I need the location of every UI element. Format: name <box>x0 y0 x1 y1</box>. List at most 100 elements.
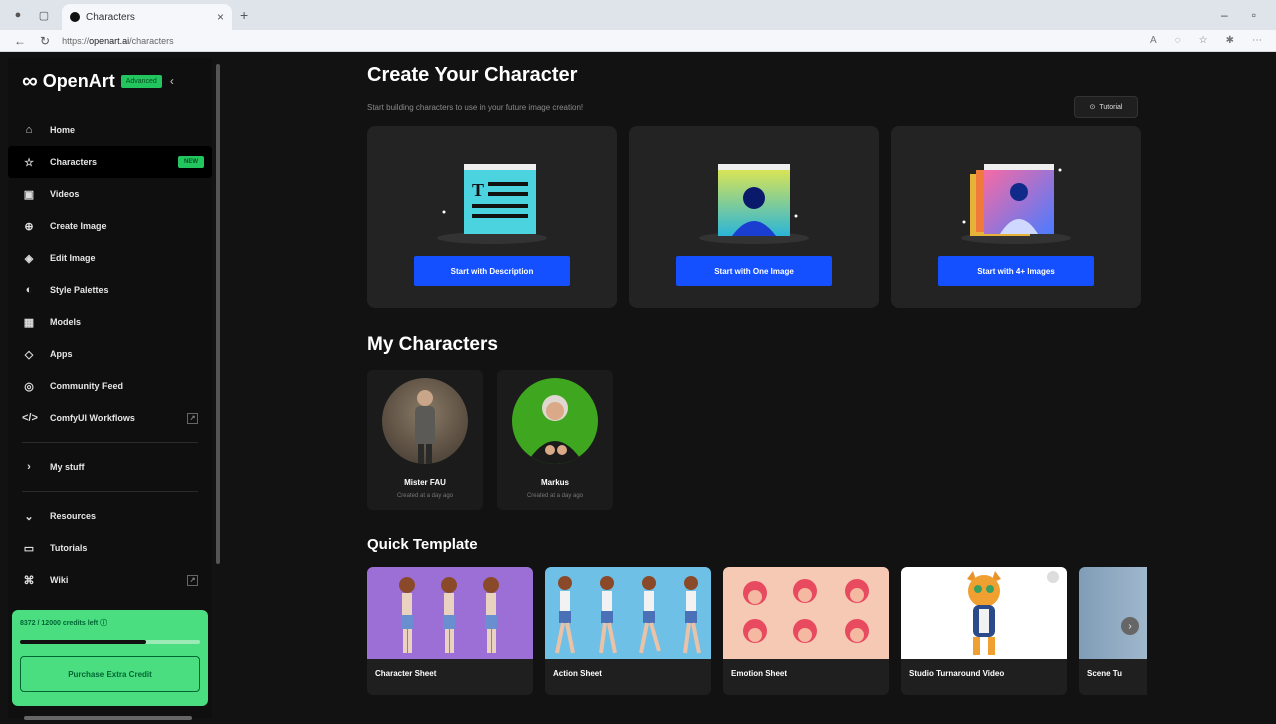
new-badge: NEW <box>178 156 204 168</box>
brand-name: OpenArt <box>42 70 115 91</box>
collapse-sidebar-icon[interactable]: ‹ <box>170 74 174 88</box>
start-with-4-images-button[interactable]: Start with 4+ Images <box>938 256 1094 286</box>
character-list: Mister FAU Created at a day ago Markus C… <box>367 370 1147 510</box>
template-image <box>367 567 533 659</box>
sidebar-item-label: Community Feed <box>50 381 124 391</box>
sidebar-item-label: Models <box>50 317 82 327</box>
url-prefix: https:// <box>62 35 90 46</box>
apps-icon: ◇ <box>24 348 34 361</box>
horizontal-scrollbar[interactable] <box>24 716 192 720</box>
purchase-credit-button[interactable]: Purchase Extra Credit <box>20 656 200 692</box>
credits-text: 8372 / 12000 credits left ⓘ <box>20 620 108 627</box>
sidebar-scrollbar[interactable] <box>216 64 220 564</box>
credits-panel: 8372 / 12000 credits left ⓘ Purchase Ext… <box>12 610 208 706</box>
my-stuff-toggle[interactable]: › My stuff <box>8 451 212 483</box>
template-image <box>901 567 1067 659</box>
profile-icon[interactable]: ● <box>10 7 26 23</box>
resources-toggle[interactable]: ⌄ Resources <box>8 500 212 532</box>
text-document-icon: T <box>437 164 547 244</box>
character-card[interactable]: Markus Created at a day ago <box>497 370 613 510</box>
sidebar-item-tutorials[interactable]: ▭ Tutorials <box>8 532 212 564</box>
sidebar-item-comfyui-workflows[interactable]: </> ComfyUI Workflows ↗ <box>8 402 212 434</box>
browser-tab-bar: ● ▢ Characters × + – ▫ <box>0 0 1276 30</box>
character-created: Created at a day ago <box>396 493 454 499</box>
tutorial-button[interactable]: ⊙ Tutorial <box>1074 96 1138 118</box>
sidebar-item-label: ComfyUI Workflows <box>50 413 135 423</box>
character-created: Created at a day ago <box>526 493 584 499</box>
external-link-icon: ↗ <box>187 574 198 586</box>
start-card-one-image: Start with One Image <box>629 126 879 308</box>
template-label: Scene Tu <box>1087 669 1122 678</box>
start-with-description-button[interactable]: Start with Description <box>414 256 570 286</box>
sidebar-item-create-image[interactable]: ⊕ Create Image <box>8 210 212 242</box>
code-icon: </> <box>22 412 38 424</box>
more-icon[interactable]: ⋯ <box>1252 35 1262 46</box>
chevron-right-icon: › <box>27 461 31 473</box>
template-label: Character Sheet <box>375 669 437 678</box>
template-label: Studio Turnaround Video <box>909 669 1005 678</box>
avatar <box>382 378 468 464</box>
favorite-icon[interactable]: ☆ <box>1199 35 1208 46</box>
reader-icon[interactable]: A <box>1150 35 1157 46</box>
character-card[interactable]: Mister FAU Created at a day ago <box>367 370 483 510</box>
page-title: Create Your Character <box>367 64 578 86</box>
start-with-one-image-button[interactable]: Start with One Image <box>676 256 832 286</box>
refresh-icon[interactable]: ↻ <box>40 34 50 48</box>
openart-logo-icon: ∞ <box>22 68 38 93</box>
single-portrait-icon <box>699 164 809 244</box>
character-name: Markus <box>540 478 569 487</box>
sidebar-item-wiki[interactable]: ⌘ Wiki ↗ <box>8 564 212 596</box>
sidebar-item-label: Edit Image <box>50 253 96 263</box>
sidebar-item-characters[interactable]: ☆ Characters NEW <box>8 146 212 178</box>
start-card-description: T Start with Description <box>367 126 617 308</box>
tab-title: Characters <box>86 11 135 23</box>
sidebar-item-label: Home <box>50 125 76 135</box>
template-image <box>723 567 889 659</box>
cap-icon: ⌘ <box>23 574 35 587</box>
grid-icon: ▦ <box>23 316 35 329</box>
template-carousel: Character Sheet Action Sheet Emotion She… <box>367 567 1147 695</box>
template-card[interactable]: Character Sheet <box>367 567 533 695</box>
sidebar-item-home[interactable]: ⌂ Home <box>8 114 212 146</box>
avatar <box>512 378 598 464</box>
sidebar-item-label: Wiki <box>50 575 69 585</box>
svg-text:T: T <box>472 180 484 200</box>
edit-icon: ◈ <box>24 252 34 265</box>
maximize-icon[interactable]: ▫ <box>1252 8 1256 22</box>
main-content: Create Your Character Start building cha… <box>367 58 1147 695</box>
address-bar-icons: A ◌ ☆ ✱ ⋯ <box>1150 35 1262 46</box>
divider <box>22 491 198 492</box>
plus-circle-icon: ⊕ <box>24 220 34 233</box>
new-tab-icon[interactable]: + <box>240 7 248 23</box>
page-subtitle: Start building characters to use in your… <box>367 103 584 112</box>
address-bar[interactable]: https://openart.ai/characters <box>62 36 174 46</box>
browser-tab[interactable]: Characters × <box>62 4 232 30</box>
sidebar-item-style-palettes[interactable]: ◐ Style Palettes <box>8 274 212 306</box>
carousel-next-icon[interactable]: › <box>1121 617 1139 635</box>
template-label: Emotion Sheet <box>731 669 788 678</box>
template-card[interactable]: Studio Turnaround Video <box>901 567 1067 695</box>
resources-label: Resources <box>50 511 97 521</box>
template-image <box>545 567 711 659</box>
minimize-icon[interactable]: – <box>1221 8 1228 22</box>
sidebar-item-label: Apps <box>50 349 73 359</box>
my-characters-title: My Characters <box>367 334 498 355</box>
sidebar-item-apps[interactable]: ◇ Apps <box>8 338 212 370</box>
sidebar: ∞ OpenArt Advanced ‹ ⌂ Home ☆ Characters NE… <box>8 58 212 718</box>
brand[interactable]: ∞ OpenArt Advanced ‹ <box>8 58 212 104</box>
sidebar-item-label: Create Image <box>50 221 107 231</box>
tab-actions-icon[interactable]: ▢ <box>36 7 52 23</box>
sidebar-item-edit-image[interactable]: ◈ Edit Image <box>8 242 212 274</box>
extension-icon[interactable]: ◌ <box>1175 35 1181 46</box>
close-tab-icon[interactable]: × <box>217 10 224 24</box>
sidebar-item-videos[interactable]: ▣ Videos <box>8 178 212 210</box>
template-card[interactable]: Emotion Sheet <box>723 567 889 695</box>
sidebar-item-models[interactable]: ▦ Models <box>8 306 212 338</box>
collections-icon[interactable]: ✱ <box>1226 35 1234 46</box>
palette-icon: ◐ <box>25 284 33 296</box>
tutorial-label: Tutorial <box>1099 103 1123 111</box>
back-icon[interactable]: ← <box>14 34 26 48</box>
template-card[interactable]: Action Sheet <box>545 567 711 695</box>
sidebar-item-community-feed[interactable]: ◎ Community Feed <box>8 370 212 402</box>
my-stuff-label: My stuff <box>50 462 85 472</box>
